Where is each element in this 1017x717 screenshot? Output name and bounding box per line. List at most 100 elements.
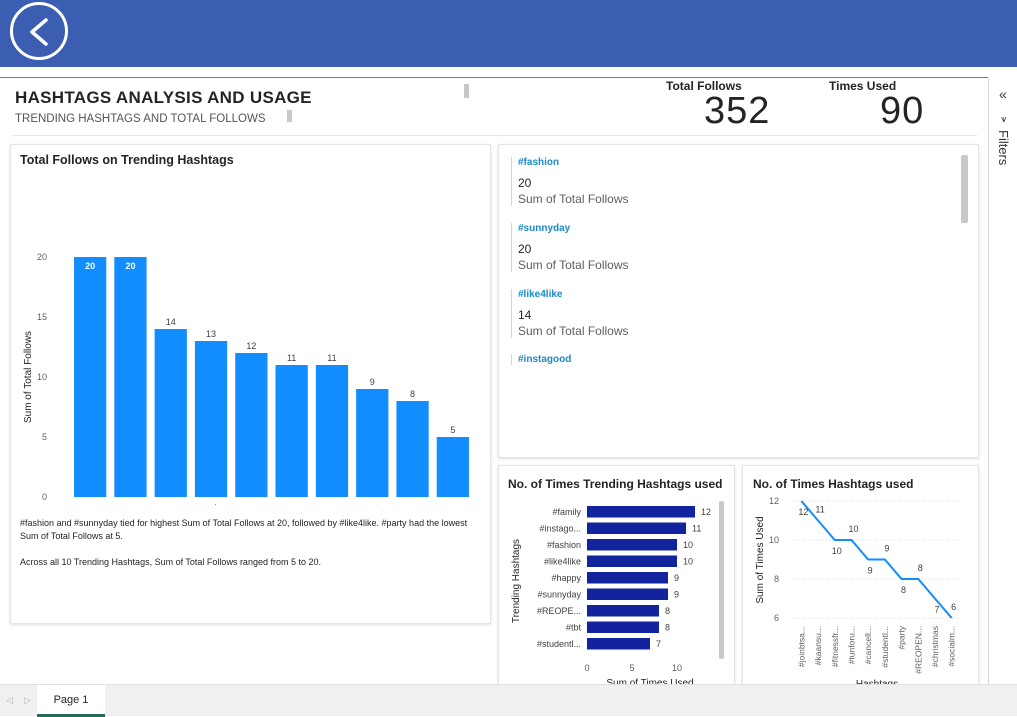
multirow-item: #instagood	[511, 354, 571, 365]
data-label: 7	[656, 639, 661, 649]
bar	[275, 365, 308, 497]
data-label: 9	[868, 566, 873, 576]
bar	[587, 555, 677, 567]
x-tick-label: #socialm...	[947, 626, 957, 667]
data-label: 9	[674, 590, 679, 600]
y-tick-label: #REOPE...	[537, 606, 581, 616]
times-used-bar-chart: 12 #family 11 #instago... 10 #fashion 10 #like4…	[511, 501, 724, 689]
y-tick-label: #family	[552, 507, 581, 517]
y-tick-label: #fashion	[547, 540, 581, 550]
data-label: 9	[884, 544, 889, 554]
x-tick-label: #instagood	[179, 502, 220, 505]
y-tick-label: 5	[42, 432, 47, 442]
y-tick-label: 15	[37, 312, 47, 322]
x-tick-label: #tunforu...	[846, 626, 856, 664]
y-tick-label: 10	[769, 535, 779, 545]
back-button[interactable]	[10, 2, 68, 60]
filters-label[interactable]: Filters	[996, 130, 1011, 165]
data-label: 10	[848, 524, 858, 534]
x-tick-label: #joinbtsa...	[796, 626, 806, 667]
data-label: 11	[692, 524, 701, 534]
multirow-tag: #instagood	[518, 354, 572, 365]
filter-icon: ⩛	[1001, 114, 1007, 125]
total-follows-column-chart: 0 5 10 15 20 20 #fashion 20 #sunnyday 14 #like4lik…	[23, 252, 469, 505]
multirow-item: #fashion 20 Sum of Total Follows	[511, 157, 629, 206]
times-used-bar-chart-card[interactable]: No. of Times Trending Hashtags used 12 #f…	[498, 465, 735, 703]
x-tick-label: #fashion	[66, 502, 99, 505]
bar	[587, 621, 659, 633]
bar	[194, 341, 228, 497]
top-banner	[0, 0, 1017, 67]
multirow-label: Sum of Total Follows	[518, 258, 629, 272]
bar	[315, 365, 349, 497]
x-tick-label: #tbt	[364, 502, 382, 505]
scroll-indicator	[464, 84, 469, 98]
x-tick-label: 0	[584, 663, 589, 673]
data-label: 20	[85, 261, 95, 271]
x-tick-label: 10	[672, 663, 682, 673]
data-label: 12	[701, 507, 711, 517]
multirow-item: #like4like 14 Sum of Total Follows	[511, 289, 629, 338]
y-tick-label: 10	[37, 372, 47, 382]
x-tick-label: #happy	[231, 502, 261, 505]
x-tick-label: #christmas	[930, 626, 940, 667]
data-label: 11	[327, 353, 336, 363]
bar	[587, 638, 650, 650]
header-divider	[12, 135, 977, 136]
multirow-card[interactable]: #fashion 20 Sum of Total Follows #sunnyd…	[498, 144, 979, 458]
multirow-label: Sum of Total Follows	[518, 192, 629, 206]
multirow-tag: #fashion	[518, 157, 560, 168]
data-label: 8	[665, 606, 670, 616]
next-page-icon[interactable]: ▷	[24, 695, 31, 706]
x-tick-label: 5	[629, 663, 634, 673]
kpi-total-follows-value: 352	[704, 90, 771, 132]
data-label: 8	[918, 563, 923, 573]
data-label: 10	[683, 557, 693, 567]
hashtags-line-chart-card[interactable]: No. of Times Hashtags used 6 8 10 12 12 #join…	[742, 465, 979, 703]
bar	[154, 329, 187, 497]
collapse-icon[interactable]: «	[999, 86, 1007, 102]
scroll-indicator	[287, 110, 292, 122]
x-tick-label: #fitnessfr...	[830, 626, 840, 667]
bar	[587, 572, 668, 584]
x-tick-label: #REOPEN colleges	[272, 502, 341, 505]
multirow-scrollbar[interactable]	[961, 155, 968, 223]
x-tick-label: #studentl...	[880, 626, 890, 668]
multirow-value: 14	[518, 308, 532, 322]
bar	[436, 437, 469, 497]
y-tick-label: 0	[42, 492, 47, 502]
bar	[396, 401, 429, 497]
data-label: 5	[450, 425, 455, 435]
total-follows-chart-card[interactable]: Total Follows on Trending Hashtags 0 5 10 1…	[10, 144, 491, 624]
page-tab[interactable]: Page 1	[37, 685, 105, 717]
y-tick-label: #instago...	[539, 524, 581, 534]
multirow-tag: #sunnyday	[518, 223, 571, 234]
data-label: 12	[246, 341, 256, 351]
data-label: 8	[665, 623, 670, 633]
x-tick-label: #cancell...	[863, 626, 873, 664]
x-tick-label: #party	[897, 625, 907, 649]
data-label: 8	[901, 585, 906, 595]
data-label: 20	[125, 261, 135, 271]
bar	[587, 588, 668, 600]
y-tick-label: 20	[37, 252, 47, 262]
data-label: 10	[832, 546, 842, 556]
multirow-label: Sum of Total Follows	[518, 324, 629, 338]
x-tick-label: #kaansu...	[813, 626, 823, 665]
y-tick-label: #tbt	[566, 623, 582, 633]
y-axis-title: Sum of Times Used	[755, 516, 766, 603]
data-label: 9	[674, 573, 679, 583]
bar	[356, 389, 389, 497]
bar	[235, 353, 268, 497]
x-tick-label: #family	[272, 502, 301, 505]
bar	[74, 257, 107, 497]
prev-page-icon[interactable]: ◁	[6, 695, 13, 706]
bar	[114, 257, 147, 497]
filters-pane[interactable]: « ⩛ Filters	[988, 78, 1017, 684]
hashtags-line-chart: 6 8 10 12 12 #joinbtsa... 11 #kaansu... 10 #fitne…	[755, 496, 960, 690]
data-label: 11	[287, 353, 296, 363]
data-label: 13	[206, 329, 216, 339]
y-tick-label: 6	[774, 613, 779, 623]
data-label: 14	[166, 317, 176, 327]
data-label: 7	[934, 605, 939, 615]
